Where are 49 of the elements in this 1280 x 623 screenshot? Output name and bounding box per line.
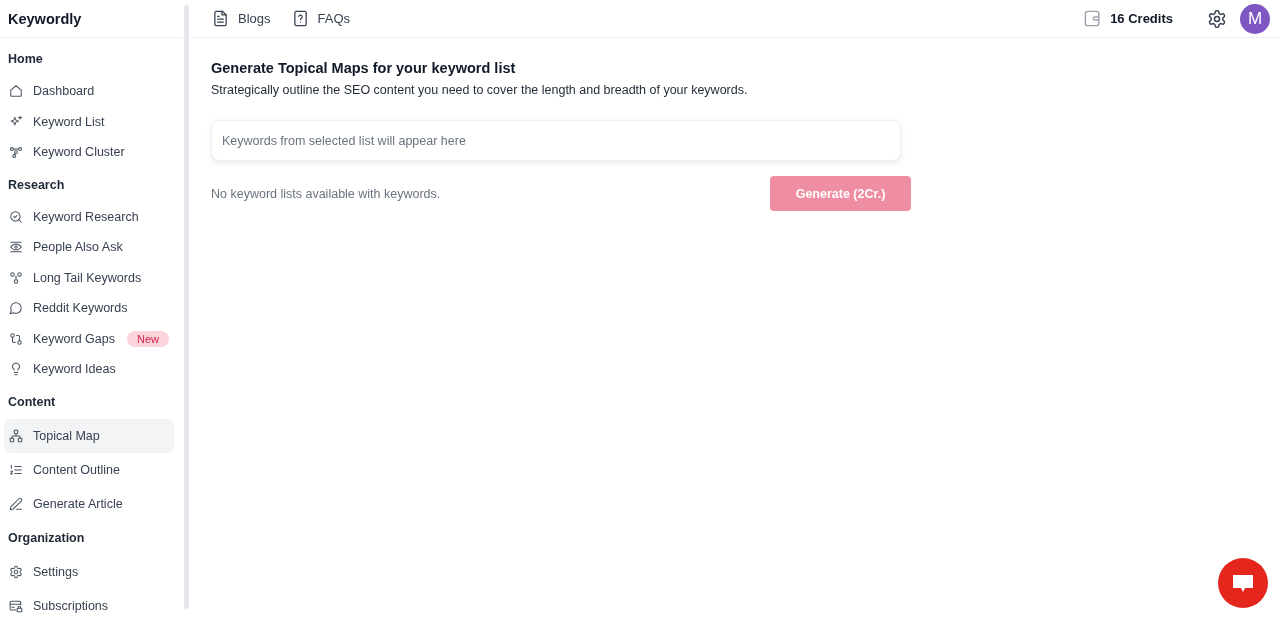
sidebar-item[interactable]: Generate Article: [4, 486, 174, 521]
chat-button[interactable]: [1218, 558, 1268, 608]
sidebar-item[interactable]: Keyword Cluster: [4, 137, 174, 168]
pencil-icon: [9, 496, 23, 511]
keywords-field[interactable]: Keywords from selected list will appear here: [211, 120, 901, 161]
sidebar-item[interactable]: Content Outline: [4, 452, 174, 487]
sidebar-item[interactable]: Keyword Ideas: [4, 354, 174, 385]
sidebar-item[interactable]: Keyword Gaps New: [4, 323, 174, 354]
settings-icon: [1207, 8, 1227, 29]
app-name: Keywordly: [8, 10, 82, 27]
user-avatar[interactable]: M: [1240, 3, 1270, 34]
section-heading: Organization: [8, 530, 85, 545]
house-icon: [9, 84, 23, 99]
eye-icon: [9, 240, 23, 255]
compare-arrows-icon: [9, 331, 23, 346]
status-message: No keyword lists available with keywords.: [211, 186, 441, 201]
card-lock-icon: [9, 598, 23, 613]
credits-count: 16 Credits: [1110, 11, 1173, 26]
wallet-icon: [1083, 9, 1103, 28]
section-heading: Research: [8, 177, 65, 192]
sitemap-icon: [9, 428, 23, 443]
scrollbar-thumb[interactable]: [184, 5, 189, 609]
page-description: Strategically outline the SEO content you need to cover the length and breadth of your keywords.: [211, 82, 749, 99]
page-title: Generate Topical Maps for your keyword list: [211, 59, 517, 78]
new-badge: New: [127, 330, 169, 347]
list-icon: [9, 462, 23, 477]
question-icon: [291, 10, 309, 27]
sidebar-item[interactable]: People Also Ask: [4, 232, 174, 263]
section-heading: Home: [8, 52, 43, 66]
nav-link[interactable]: Blogs: [212, 10, 271, 27]
sidebar-item[interactable]: Keyword List: [4, 106, 174, 137]
settings-icon: [9, 564, 23, 579]
sidebar-item[interactable]: Dashboard: [4, 76, 174, 107]
nodes-icon: [9, 145, 23, 160]
sidebar-item[interactable]: Keyword Research: [4, 201, 174, 232]
speech-bubble-icon: [9, 301, 23, 316]
nav-link[interactable]: FAQs: [291, 10, 351, 27]
lightbulb-icon: [9, 362, 23, 377]
sidebar-item[interactable]: Long Tail Keywords: [4, 262, 174, 293]
sidebar-item[interactable]: Settings: [4, 554, 174, 589]
section-heading: Content: [8, 394, 56, 409]
magnifier-check-icon: [9, 209, 23, 224]
document-icon: [212, 10, 229, 27]
sidebar-item[interactable]: Subscriptions: [4, 588, 174, 623]
sidebar-item[interactable]: Reddit Keywords: [4, 293, 174, 324]
chat-icon: [1231, 572, 1255, 594]
settings-button[interactable]: [1206, 7, 1228, 30]
circles-icon: [9, 270, 23, 285]
sidebar-item[interactable]: Topical Map: [4, 418, 174, 453]
